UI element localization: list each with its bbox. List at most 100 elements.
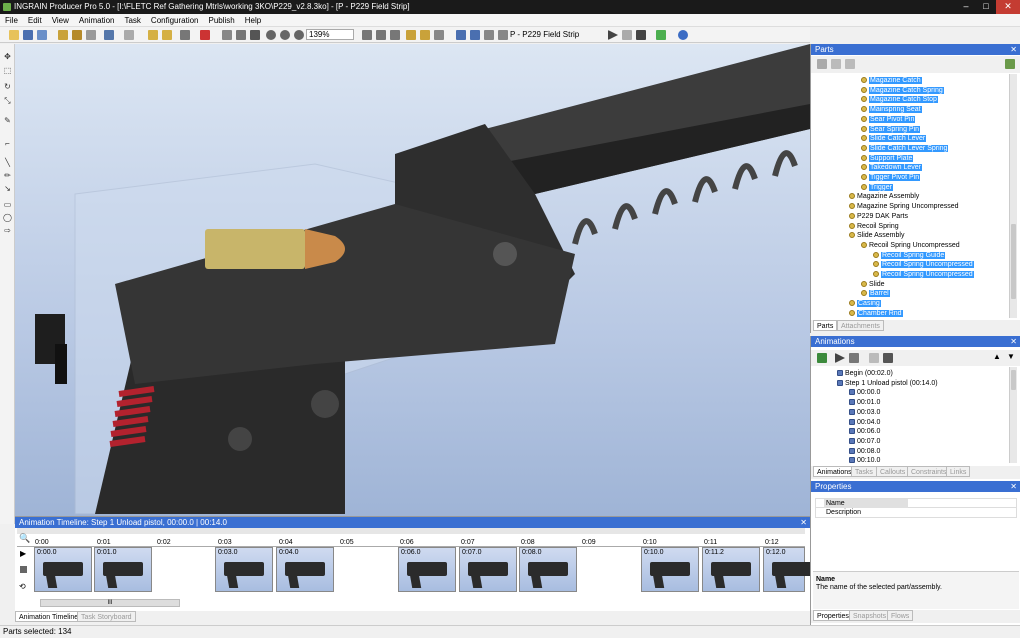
parts-tree-item[interactable]: Recoil Spring Uncompressed bbox=[873, 270, 974, 279]
menu-configuration[interactable]: Configuration bbox=[146, 14, 204, 27]
parts-tree-item[interactable]: Support Plate bbox=[861, 154, 914, 163]
timeline-keyframe[interactable]: 0:00.0 bbox=[34, 547, 92, 592]
axis-icon[interactable] bbox=[420, 30, 430, 40]
animations-tree-item[interactable]: 00:01.0 bbox=[849, 398, 880, 407]
move-down-icon[interactable]: ▼ bbox=[1007, 352, 1015, 361]
parts-tree-item[interactable]: Slide Assembly bbox=[849, 231, 904, 240]
tab-properties[interactable]: Properties bbox=[813, 610, 853, 621]
anim-first-icon[interactable] bbox=[869, 353, 879, 363]
print-icon[interactable] bbox=[86, 30, 96, 40]
snapshot-icon[interactable] bbox=[456, 30, 466, 40]
rotate-icon[interactable] bbox=[362, 30, 372, 40]
timeline-keyframe[interactable]: 0:04.0 bbox=[276, 547, 334, 592]
animations-tree-item[interactable]: 00:06.0 bbox=[849, 427, 880, 436]
record-icon[interactable] bbox=[656, 30, 666, 40]
animations-tree-item[interactable]: 00:08.0 bbox=[849, 447, 880, 456]
timeline-keyframe[interactable]: 0:01.0 bbox=[94, 547, 152, 592]
timeline-stop-icon[interactable] bbox=[20, 566, 27, 573]
play-icon[interactable] bbox=[608, 30, 618, 40]
transform-icon[interactable] bbox=[434, 30, 444, 40]
rotate-tool-icon[interactable]: ↻ bbox=[3, 82, 12, 91]
select-icon[interactable] bbox=[180, 30, 190, 40]
timeline-keyframe[interactable]: 0:07.0 bbox=[459, 547, 517, 592]
parts-tree-item[interactable]: Mainspring Seat bbox=[861, 105, 922, 114]
document-icon[interactable] bbox=[498, 30, 508, 40]
parts-tree-item[interactable]: Magazine Catch Stop bbox=[861, 95, 938, 104]
animations-tree-item[interactable]: 00:03.0 bbox=[849, 408, 880, 417]
parts-tree-item[interactable]: Slide Catch Lever Spring bbox=[861, 144, 949, 153]
parts-close-icon[interactable]: ✕ bbox=[1010, 44, 1017, 55]
menu-edit[interactable]: Edit bbox=[23, 14, 47, 27]
tab-attachments[interactable]: Attachments bbox=[837, 320, 884, 331]
timeline-play-icon[interactable]: ▶ bbox=[20, 549, 26, 558]
zoom-fit-icon[interactable] bbox=[294, 30, 304, 40]
save-all-icon[interactable] bbox=[37, 30, 47, 40]
animations-close-icon[interactable]: ✕ bbox=[1010, 336, 1017, 347]
tab-callouts[interactable]: Callouts bbox=[876, 466, 910, 477]
menu-file[interactable]: File bbox=[0, 14, 23, 27]
parts-tree-item[interactable]: Chamber Rnd bbox=[849, 309, 903, 318]
move-tool-icon[interactable]: ✥ bbox=[3, 52, 12, 61]
help-icon[interactable] bbox=[678, 30, 688, 40]
undo-icon[interactable] bbox=[104, 30, 114, 40]
timeline-scrub-bar[interactable] bbox=[17, 528, 805, 534]
parts-tree-item[interactable]: Trigger bbox=[861, 183, 893, 192]
minimize-button[interactable]: – bbox=[956, 0, 976, 14]
timeline-keyframe[interactable]: 0:06.0 bbox=[398, 547, 456, 592]
zoom-select[interactable]: 139% bbox=[306, 29, 354, 40]
tab-constraints[interactable]: Constraints bbox=[907, 466, 951, 477]
animations-tree-item[interactable]: 00:07.0 bbox=[849, 437, 880, 446]
timeline-loop-icon[interactable]: ⟲ bbox=[19, 582, 26, 591]
animations-tree-item[interactable]: Begin (00:02.0) bbox=[837, 369, 893, 378]
stop-icon[interactable] bbox=[636, 30, 646, 40]
camera-icon[interactable] bbox=[250, 30, 260, 40]
parts-tree-item[interactable]: Barrel bbox=[861, 289, 890, 298]
assembly-icon[interactable] bbox=[162, 30, 172, 40]
export-icon[interactable] bbox=[72, 30, 82, 40]
prop-name-value[interactable] bbox=[908, 499, 1016, 508]
menu-task[interactable]: Task bbox=[119, 14, 145, 27]
zoom-out-icon[interactable] bbox=[280, 30, 290, 40]
tab-animations[interactable]: Animations bbox=[813, 466, 856, 477]
move-up-icon[interactable]: ▲ bbox=[993, 352, 1001, 361]
parts-tree-item[interactable]: Tigger Pivot Pin bbox=[861, 173, 921, 182]
pan-icon[interactable] bbox=[376, 30, 386, 40]
menu-animation[interactable]: Animation bbox=[74, 14, 120, 27]
rectangle-tool-icon[interactable]: ▭ bbox=[3, 200, 12, 209]
line-tool-icon[interactable]: ╲ bbox=[3, 158, 12, 167]
tab-flows[interactable]: Flows bbox=[887, 610, 914, 621]
parts-tree-item[interactable]: Recoil Spring Uncompressed bbox=[873, 260, 974, 269]
parts-tree-item[interactable]: Magazine Assembly bbox=[849, 192, 919, 201]
parts-tree-item[interactable]: Takedown Lever bbox=[861, 163, 922, 172]
open-icon[interactable] bbox=[9, 30, 19, 40]
animations-tree-item[interactable]: 00:00.0 bbox=[849, 388, 880, 397]
animations-tree-item[interactable]: Step 1 Unload pistol (00:14.0) bbox=[837, 379, 938, 388]
view-icon[interactable] bbox=[236, 30, 246, 40]
callout-tool-icon[interactable]: ⌐ bbox=[3, 139, 12, 148]
image-icon[interactable] bbox=[484, 30, 494, 40]
timeline-keyframe[interactable]: 0:10.0 bbox=[641, 547, 699, 592]
menu-publish[interactable]: Publish bbox=[204, 14, 240, 27]
anim-play-icon[interactable] bbox=[835, 353, 845, 363]
tab-snapshots[interactable]: Snapshots bbox=[849, 610, 891, 621]
tab-links[interactable]: Links bbox=[946, 466, 971, 477]
pen-tool-icon[interactable]: ✏ bbox=[3, 171, 12, 180]
explode-icon[interactable] bbox=[406, 30, 416, 40]
anim-stop-icon[interactable] bbox=[849, 353, 859, 363]
timeline-keyframe[interactable]: 0:11.2 bbox=[702, 547, 760, 592]
save-icon[interactable] bbox=[23, 30, 33, 40]
ellipse-tool-icon[interactable]: ◯ bbox=[3, 213, 12, 222]
parts-tree-item[interactable]: P229 DAK Parts bbox=[849, 212, 908, 221]
part-icon[interactable] bbox=[148, 30, 158, 40]
tab-parts[interactable]: Parts bbox=[813, 320, 838, 331]
timeline-keyframe[interactable]: 0:08.0 bbox=[519, 547, 577, 592]
paint-tool-icon[interactable]: ✎ bbox=[3, 116, 12, 125]
redo-icon[interactable] bbox=[124, 30, 134, 40]
tab-task-storyboard[interactable]: Task Storyboard bbox=[77, 611, 136, 622]
expand-icon[interactable] bbox=[845, 59, 855, 69]
select-tool-icon[interactable]: ⬚ bbox=[3, 66, 12, 75]
filter-icon[interactable] bbox=[817, 59, 827, 69]
parts-tree-item[interactable]: Slide bbox=[861, 280, 885, 289]
3d-viewport[interactable] bbox=[15, 44, 810, 516]
maximize-button[interactable]: □ bbox=[976, 0, 996, 14]
